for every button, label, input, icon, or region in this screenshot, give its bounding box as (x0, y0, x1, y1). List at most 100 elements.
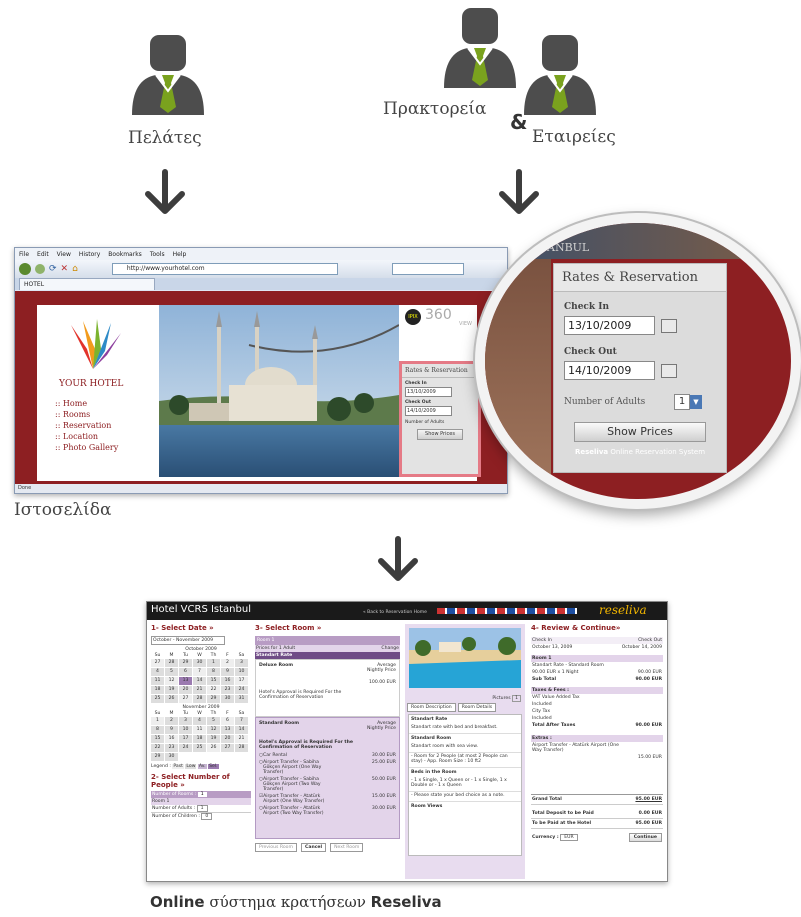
calendar-day[interactable]: 28 (235, 744, 248, 752)
calendar-icon[interactable] (661, 363, 677, 378)
nav-photo-gallery[interactable]: :: Photo Gallery (55, 443, 145, 452)
calendar-day[interactable]: 31 (235, 695, 248, 703)
cancel-button[interactable]: Cancel (300, 843, 327, 852)
widget-show-prices-button[interactable]: Show Prices (417, 429, 463, 440)
menu-tools[interactable]: Tools (150, 251, 165, 258)
calendar-day[interactable]: 1 (207, 659, 220, 667)
calendar-day[interactable]: 26 (207, 744, 220, 752)
menu-file[interactable]: File (19, 251, 29, 258)
menu-view[interactable]: View (57, 251, 71, 258)
calendar-day[interactable]: 6 (179, 668, 192, 676)
tab-room-description[interactable]: Room Description (407, 703, 456, 712)
calendar-day[interactable]: 27 (179, 695, 192, 703)
menu-bookmarks[interactable]: Bookmarks (108, 251, 142, 258)
currency-select[interactable]: EUR (560, 834, 578, 841)
mag-checkin-input[interactable]: 13/10/2009 (564, 316, 655, 335)
mag-adults-select[interactable]: 1 (674, 394, 690, 410)
calendar-day[interactable]: 14 (193, 677, 206, 685)
children-select[interactable]: 0 (201, 813, 213, 820)
menu-edit[interactable]: Edit (37, 251, 49, 258)
calendar-day[interactable]: 13 (179, 677, 192, 685)
calendar-day[interactable]: 30 (165, 753, 178, 761)
pictures-select[interactable]: 1 (512, 695, 521, 702)
calendar-day[interactable]: 16 (165, 735, 178, 743)
calendar-day[interactable]: 13 (221, 726, 234, 734)
extra-option[interactable]: ☑ Airport Transfer - Atatürk Airport (On… (259, 794, 396, 804)
nav-reservation[interactable]: :: Reservation (55, 421, 145, 430)
widget-checkin-input[interactable]: 13/10/2009 (405, 387, 452, 397)
home-icon[interactable]: ⌂ (72, 264, 78, 274)
language-flags-icon[interactable] (437, 608, 577, 614)
calendar-day[interactable]: 19 (207, 735, 220, 743)
calendar-day[interactable]: 9 (165, 726, 178, 734)
nav-rooms[interactable]: :: Rooms (55, 410, 145, 419)
extra-option[interactable]: ○ Airport Transfer - Sabiha Gökçen Airpo… (259, 777, 396, 792)
calendar-day[interactable]: 21 (235, 735, 248, 743)
back-icon[interactable] (19, 263, 31, 275)
month-select[interactable]: October - November 2009 (151, 636, 225, 645)
calendar-day[interactable]: 18 (193, 735, 206, 743)
calendar-day[interactable]: 30 (193, 659, 206, 667)
calendar-day[interactable]: 2 (221, 659, 234, 667)
calendar-day[interactable]: 14 (235, 726, 248, 734)
mag-show-prices-button[interactable]: Show Prices (574, 422, 706, 442)
next-room-button[interactable]: Next Room (330, 843, 364, 852)
calendar-day[interactable]: 23 (221, 686, 234, 694)
tab-hotel[interactable]: HOTEL (19, 278, 155, 290)
nav-location[interactable]: :: Location (55, 432, 145, 441)
calendar-day[interactable]: 29 (207, 695, 220, 703)
back-link[interactable]: « Back to Reservation Home (363, 610, 427, 615)
calendar-day[interactable]: 20 (179, 686, 192, 694)
widget-checkout-input[interactable]: 14/10/2009 (405, 406, 452, 416)
calendar-day[interactable]: 10 (235, 668, 248, 676)
extra-option[interactable]: ○ Airport Transfer - Sabiha Gökçen Airpo… (259, 760, 396, 775)
reload-icon[interactable]: ⟳ (49, 264, 57, 274)
standard-room-block[interactable]: Standard Room Average Nightly Price Hote… (255, 717, 400, 839)
continue-button[interactable]: Continue (628, 833, 662, 842)
calendar-day[interactable]: 29 (151, 753, 164, 761)
calendar-day[interactable]: 29 (179, 659, 192, 667)
calendar-day[interactable]: 22 (151, 744, 164, 752)
change-link[interactable]: Change (381, 646, 399, 651)
calendar-day[interactable]: 17 (235, 677, 248, 685)
calendar-day[interactable]: 25 (193, 744, 206, 752)
num-rooms-select[interactable]: 1 (197, 792, 207, 797)
calendar-day[interactable]: 2 (165, 717, 178, 725)
calendar-day[interactable]: 28 (193, 695, 206, 703)
extra-option[interactable]: ○ Car Rental 30.00 EUR (259, 753, 396, 758)
calendar-day[interactable]: 24 (179, 744, 192, 752)
calendar-day[interactable]: 15 (207, 677, 220, 685)
calendar-day[interactable]: 6 (221, 717, 234, 725)
calendar-day[interactable]: 24 (235, 686, 248, 694)
calendar-day[interactable]: 25 (151, 695, 164, 703)
calendar-day[interactable]: 4 (151, 668, 164, 676)
calendar-day[interactable]: 12 (207, 726, 220, 734)
tab-room-details[interactable]: Room Details (457, 703, 497, 712)
calendar-day[interactable]: 7 (193, 668, 206, 676)
calendar-day[interactable]: 19 (165, 686, 178, 694)
stop-icon[interactable]: ✕ (61, 264, 69, 274)
calendar-day[interactable]: 11 (151, 677, 164, 685)
calendar-day[interactable]: 22 (207, 686, 220, 694)
calendar-day[interactable]: 27 (221, 744, 234, 752)
calendar-day[interactable]: 17 (179, 735, 192, 743)
calendar-day[interactable]: 15 (151, 735, 164, 743)
calendar-day[interactable]: 21 (193, 686, 206, 694)
calendar-day[interactable]: 12 (165, 677, 178, 685)
deluxe-room-block[interactable]: Deluxe Room Average Nightly Price 100.00… (255, 659, 400, 717)
calendar-day[interactable]: 9 (221, 668, 234, 676)
calendar-day[interactable]: 11 (193, 726, 206, 734)
room-select-bar[interactable]: Room 1 (255, 636, 400, 645)
calendar-day[interactable]: 10 (179, 726, 192, 734)
calendar-day[interactable]: 18 (151, 686, 164, 694)
adults-select[interactable]: 1 (196, 805, 208, 812)
previous-room-button[interactable]: Previous Room (255, 843, 297, 852)
calendar-day[interactable]: 1 (151, 717, 164, 725)
calendar-day[interactable]: 7 (235, 717, 248, 725)
calendar-day[interactable]: 3 (235, 659, 248, 667)
calendar-day[interactable]: 16 (221, 677, 234, 685)
calendar-day[interactable]: 30 (221, 695, 234, 703)
search-input[interactable] (391, 263, 464, 275)
calendar-day[interactable]: 4 (193, 717, 206, 725)
calendar-day[interactable]: 3 (179, 717, 192, 725)
